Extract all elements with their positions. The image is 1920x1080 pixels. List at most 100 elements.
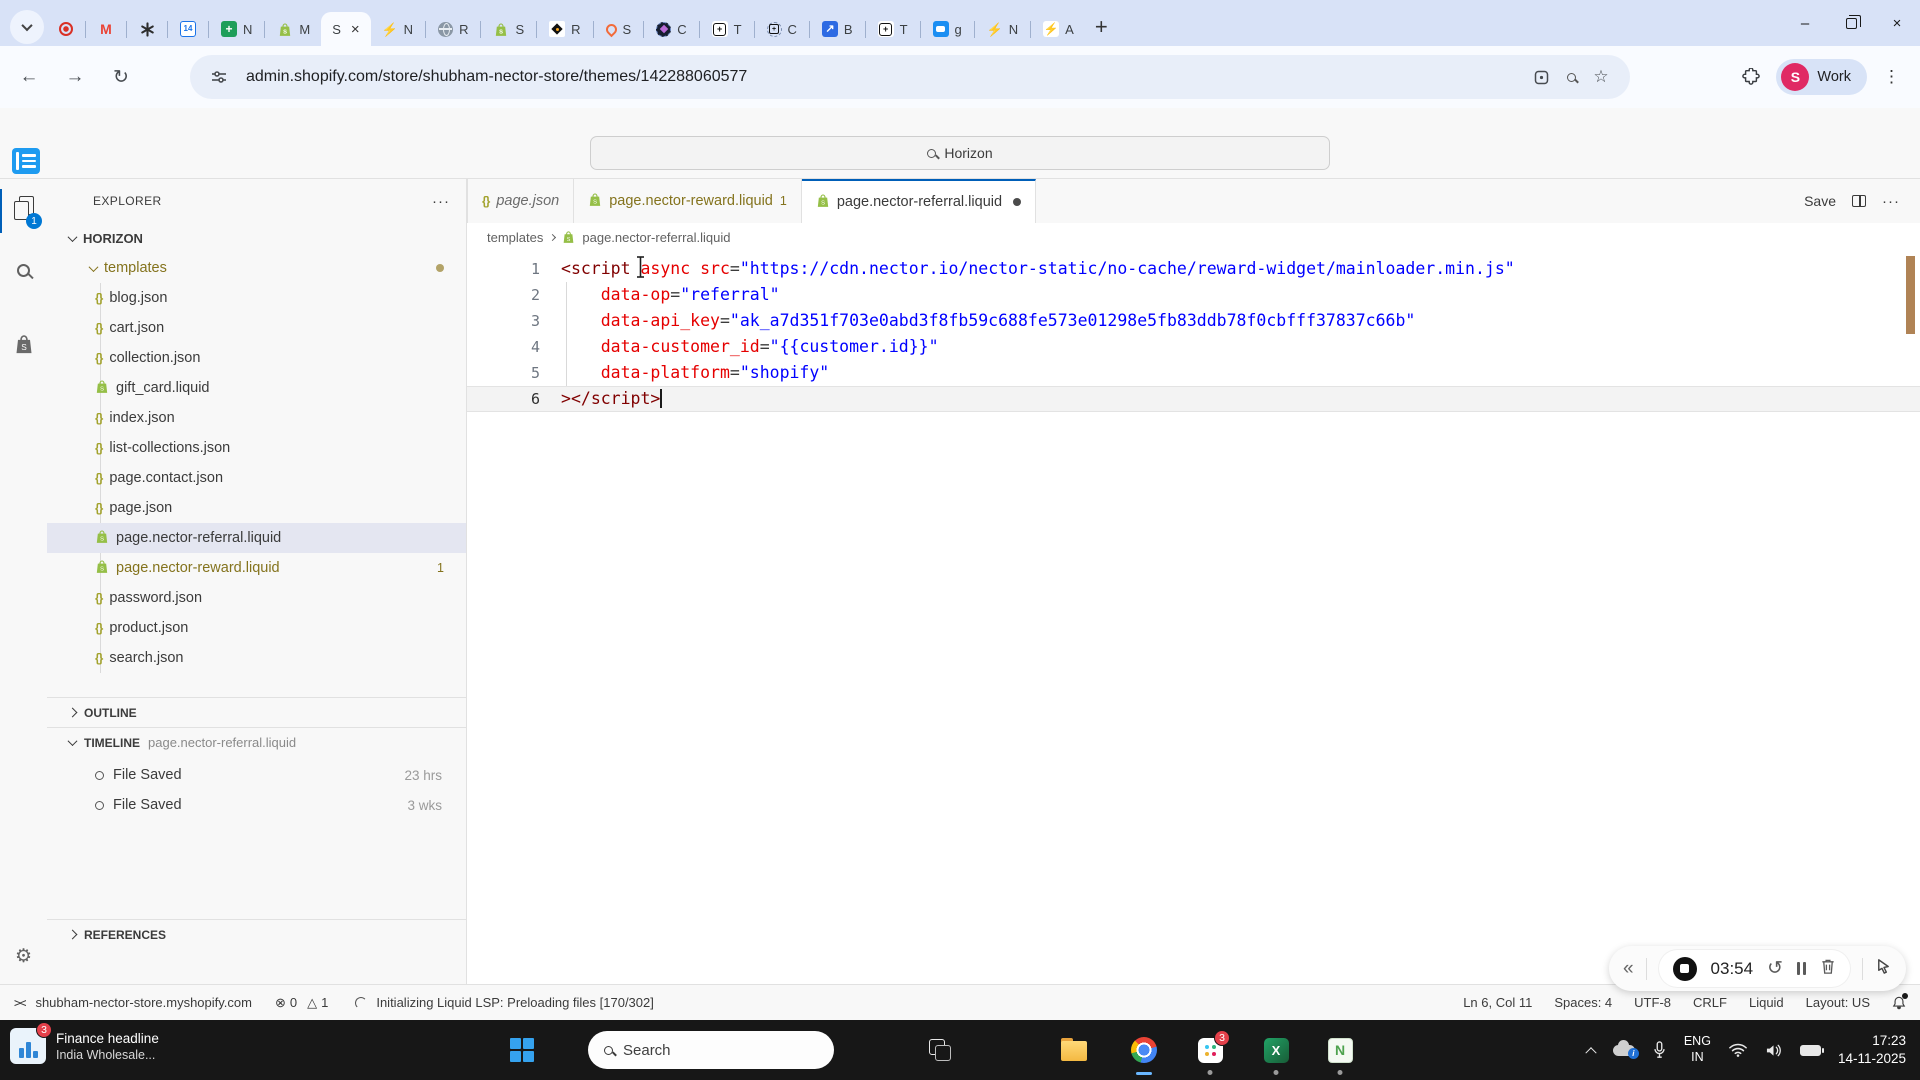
browser-tab-active[interactable]: S × (321, 12, 371, 46)
split-editor-icon[interactable] (1852, 195, 1866, 207)
code-line[interactable]: 2 data-op="referral" (467, 282, 1920, 308)
search-activity-button[interactable] (0, 245, 47, 295)
code-line[interactable]: 1 <script async src="https://cdn.nector.i… (467, 256, 1920, 282)
code-area[interactable]: 1 <script async src="https://cdn.nector.i… (467, 251, 1920, 412)
browser-tab[interactable]: T (701, 12, 753, 46)
code-line[interactable]: 4 data-customer_id="{{customer.id}}" (467, 334, 1920, 360)
tab-search-button[interactable] (10, 10, 44, 44)
reading-mode-icon[interactable] (1526, 62, 1556, 92)
browser-menu-icon[interactable]: ⋮ (1877, 67, 1906, 87)
browser-tab[interactable] (169, 12, 207, 46)
maximize-button[interactable] (1828, 0, 1874, 46)
notifications-bell-icon[interactable] (1892, 992, 1908, 1010)
collapse-icon[interactable]: « (1623, 958, 1634, 980)
settings-gear-button[interactable]: ⚙ (0, 931, 47, 981)
browser-tab[interactable]: SS (482, 12, 535, 46)
file-row[interactable]: {} product.json (47, 613, 466, 643)
tray-expand-button[interactable] (1585, 1046, 1597, 1059)
restart-recording-icon[interactable]: ↺ (1767, 959, 1783, 978)
browser-tab[interactable]: A (1032, 12, 1085, 46)
onedrive-button[interactable]: i (1612, 1039, 1639, 1059)
code-line[interactable]: 3 data-api_key="ak_a7d351f703e0abd3f8fb5… (467, 308, 1920, 334)
bookmark-star-icon[interactable]: ☆ (1586, 62, 1616, 92)
browser-tab[interactable]: N (210, 12, 263, 46)
notepadpp-button[interactable]: N (1322, 1032, 1358, 1075)
excel-button[interactable]: X (1258, 1032, 1294, 1075)
browser-tab[interactable]: N (371, 12, 424, 46)
extensions-puzzle-icon[interactable] (1736, 62, 1766, 92)
timeline-item[interactable]: File Saved 3 wks (47, 790, 466, 820)
cursor-position[interactable]: Ln 6, Col 11 (1463, 995, 1532, 1010)
wifi-button[interactable] (1729, 1043, 1747, 1057)
site-settings-icon[interactable] (204, 62, 234, 92)
problems-indicator[interactable]: ⊗ 0 △ 1 (275, 995, 328, 1011)
file-row[interactable]: {} search.json (47, 643, 466, 673)
browser-tab[interactable]: R (538, 12, 591, 46)
file-row[interactable]: {} page.json (47, 493, 466, 523)
reload-button[interactable]: ↻ (104, 60, 138, 94)
slack-button[interactable]: 3 (1192, 1030, 1230, 1075)
search-icon[interactable] (1556, 62, 1586, 92)
code-line[interactable]: 5 data-platform="shopify" (467, 360, 1920, 386)
breadcrumb-file[interactable]: page.nector-referral.liquid (582, 230, 730, 245)
pause-recording-icon[interactable] (1797, 962, 1806, 975)
shopify-activity-button[interactable]: S (0, 319, 47, 369)
breadcrumb-folder[interactable]: templates (487, 230, 543, 245)
editor-tab[interactable]: {} page.json (467, 179, 575, 223)
browser-tab[interactable]: SM (266, 12, 321, 46)
volume-button[interactable] (1765, 1043, 1782, 1058)
browser-tab[interactable] (87, 12, 125, 46)
dirty-dot-icon[interactable] (1013, 198, 1022, 206)
file-explorer-button[interactable] (1056, 1032, 1092, 1068)
timeline-section[interactable]: TIMELINE page.nector-referral.liquid (47, 727, 466, 757)
browser-tab[interactable]: S (595, 12, 643, 46)
editor-more-icon[interactable]: ··· (1882, 193, 1900, 210)
new-tab-button[interactable]: + (1095, 16, 1108, 38)
editor-tab[interactable]: Spage.nector-reward.liquid 1 (574, 179, 802, 223)
host-label[interactable]: shubham-nector-store.myshopify.com (35, 995, 252, 1010)
indentation[interactable]: Spaces: 4 (1554, 995, 1612, 1010)
chrome-button[interactable] (1121, 1027, 1167, 1075)
timeline-item[interactable]: File Saved 23 hrs (47, 760, 466, 790)
browser-tab[interactable]: R (427, 12, 479, 46)
outline-section[interactable]: OUTLINE (47, 697, 466, 727)
start-button[interactable] (504, 1032, 540, 1068)
file-row[interactable]: Sgift_card.liquid (47, 373, 466, 403)
taskbar-search[interactable]: Search (588, 1031, 834, 1069)
file-row[interactable]: {} index.json (47, 403, 466, 433)
file-row[interactable]: {} page.contact.json (47, 463, 466, 493)
microphone-button[interactable] (1653, 1041, 1666, 1059)
forward-button[interactable]: → (58, 60, 92, 94)
editor-tab[interactable]: Spage.nector-referral.liquid (801, 179, 1037, 223)
eol-sequence[interactable]: CRLF (1693, 995, 1727, 1010)
back-button[interactable]: ← (12, 60, 46, 94)
save-button[interactable]: Save (1804, 193, 1836, 209)
clock[interactable]: 17:23 14-11-2025 (1838, 1032, 1906, 1068)
keyboard-layout[interactable]: Layout: US (1806, 995, 1870, 1010)
encoding[interactable]: UTF-8 (1634, 995, 1671, 1010)
tab-close-icon[interactable]: × (351, 21, 360, 38)
explorer-activity-button[interactable]: 1 (0, 183, 47, 233)
stop-recording-button[interactable] (1672, 956, 1697, 981)
language-indicator[interactable]: ENG IN (1684, 1034, 1711, 1065)
file-row[interactable]: Spage.nector-reward.liquid 1 (47, 553, 466, 583)
language-mode[interactable]: Liquid (1749, 995, 1784, 1010)
file-row[interactable]: {} cart.json (47, 313, 466, 343)
breadcrumb[interactable]: templates S page.nector-referral.liquid (467, 223, 1920, 251)
app-logo[interactable] (12, 148, 40, 174)
widgets-button[interactable]: 3 Finance headline India Wholesale... (10, 1022, 159, 1064)
browser-tab[interactable]: g (922, 12, 973, 46)
workspace-root[interactable]: HORIZON (47, 223, 466, 253)
references-section[interactable]: REFERENCES (47, 919, 466, 949)
file-row[interactable]: {} list-collections.json (47, 433, 466, 463)
browser-tab[interactable]: N (976, 12, 1029, 46)
profile-chip[interactable]: S Work (1776, 59, 1867, 95)
explorer-actions-icon[interactable]: ··· (432, 193, 450, 210)
url-text[interactable]: admin.shopify.com/store/shubham-nector-s… (246, 68, 1526, 86)
file-row[interactable]: {} collection.json (47, 343, 466, 373)
file-row[interactable]: Spage.nector-referral.liquid (47, 523, 466, 553)
browser-tab[interactable] (128, 12, 166, 46)
code-line[interactable]: 6 ></script> (467, 386, 1920, 412)
browser-tab[interactable]: B (811, 12, 864, 46)
task-view-button[interactable] (922, 1032, 958, 1068)
